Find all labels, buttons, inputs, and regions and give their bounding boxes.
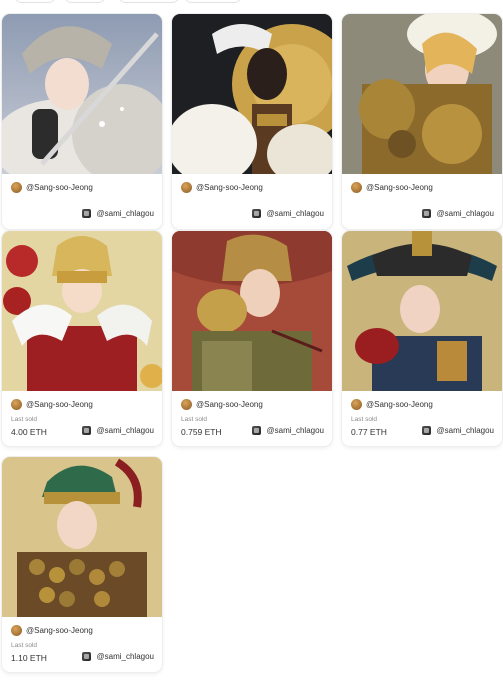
nft-artwork-image[interactable] (2, 231, 162, 391)
owner-link[interactable]: @sami_chlagou (251, 426, 324, 435)
creator-avatar (181, 182, 192, 193)
creator-link[interactable]: @Sang-soo-Jeong (11, 182, 93, 193)
owner-name[interactable]: @sami_chlagou (97, 209, 154, 218)
creator-avatar (11, 399, 22, 410)
creator-name[interactable]: @Sang-soo-Jeong (26, 183, 93, 192)
creator-name[interactable]: @Sang-soo-Jeong (196, 183, 263, 192)
nft-artwork-image[interactable] (342, 14, 502, 174)
creator-avatar (351, 399, 362, 410)
owner-link[interactable]: @sami_chlagou (421, 426, 494, 435)
creator-link[interactable]: @Sang-soo-Jeong (11, 399, 93, 410)
creator-name[interactable]: @Sang-soo-Jeong (26, 626, 93, 635)
creator-link[interactable]: @Sang-soo-Jeong (351, 399, 433, 410)
price-value: 1.10 ETH (11, 653, 47, 663)
nft-grid: @Sang-soo-Jeong @sami_chlagou @Sang-soo-… (0, 0, 503, 680)
owner-avatar-icon (421, 426, 431, 435)
last-sold-label: Last sold (181, 416, 208, 423)
owner-link[interactable]: @sami_chlagou (251, 209, 324, 218)
nft-artwork-image[interactable] (172, 14, 332, 174)
owner-name[interactable]: @sami_chlagou (267, 426, 324, 435)
owner-name[interactable]: @sami_chlagou (97, 652, 154, 661)
owner-link[interactable]: @sami_chlagou (81, 426, 154, 435)
owner-avatar-icon (251, 426, 261, 435)
nft-card[interactable]: @Sang-soo-Jeong Last sold 4.00 ETH @sami… (2, 231, 162, 446)
nft-card[interactable]: @Sang-soo-Jeong @sami_chlagou (2, 14, 162, 229)
last-sold-label: Last sold (351, 416, 378, 423)
owner-avatar-icon (251, 209, 261, 218)
nft-artwork-image[interactable] (172, 231, 332, 391)
creator-name[interactable]: @Sang-soo-Jeong (26, 400, 93, 409)
creator-avatar (351, 182, 362, 193)
creator-name[interactable]: @Sang-soo-Jeong (366, 183, 433, 192)
price-value: 0.77 ETH (351, 427, 387, 437)
creator-avatar (11, 182, 22, 193)
nft-card[interactable]: @Sang-soo-Jeong Last sold 0.77 ETH @sami… (342, 231, 502, 446)
creator-link[interactable]: @Sang-soo-Jeong (181, 182, 263, 193)
nft-card[interactable]: @Sang-soo-Jeong @sami_chlagou (172, 14, 332, 229)
creator-link[interactable]: @Sang-soo-Jeong (351, 182, 433, 193)
nft-artwork-image[interactable] (2, 14, 162, 174)
nft-card[interactable]: @Sang-soo-Jeong Last sold 0.759 ETH @sam… (172, 231, 332, 446)
owner-name[interactable]: @sami_chlagou (97, 426, 154, 435)
owner-link[interactable]: @sami_chlagou (81, 652, 154, 661)
owner-link[interactable]: @sami_chlagou (421, 209, 494, 218)
owner-avatar-icon (81, 426, 91, 435)
creator-link[interactable]: @Sang-soo-Jeong (181, 399, 263, 410)
creator-link[interactable]: @Sang-soo-Jeong (11, 625, 93, 636)
owner-avatar-icon (81, 652, 91, 661)
nft-artwork-image[interactable] (342, 231, 502, 391)
owner-avatar-icon (421, 209, 431, 218)
last-sold-label: Last sold (11, 642, 38, 649)
price-value: 0.759 ETH (181, 427, 222, 437)
creator-avatar (181, 399, 192, 410)
owner-name[interactable]: @sami_chlagou (267, 209, 324, 218)
nft-card[interactable]: @Sang-soo-Jeong @sami_chlagou (342, 14, 502, 229)
owner-link[interactable]: @sami_chlagou (81, 209, 154, 218)
owner-avatar-icon (81, 209, 91, 218)
owner-name[interactable]: @sami_chlagou (437, 209, 494, 218)
creator-name[interactable]: @Sang-soo-Jeong (196, 400, 263, 409)
owner-name[interactable]: @sami_chlagou (437, 426, 494, 435)
nft-artwork-image[interactable] (2, 457, 162, 617)
last-sold-label: Last sold (11, 416, 38, 423)
creator-avatar (11, 625, 22, 636)
price-value: 4.00 ETH (11, 427, 47, 437)
creator-name[interactable]: @Sang-soo-Jeong (366, 400, 433, 409)
nft-card[interactable]: @Sang-soo-Jeong Last sold 1.10 ETH @sami… (2, 457, 162, 672)
